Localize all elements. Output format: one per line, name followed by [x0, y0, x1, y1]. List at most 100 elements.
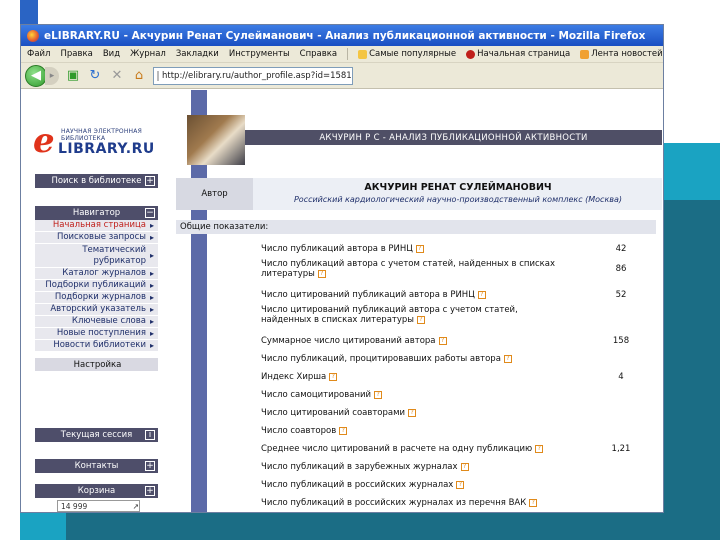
help-icon[interactable]: ?: [438, 336, 447, 345]
menu-bookmarks[interactable]: Закладки: [176, 49, 219, 59]
stat-label: Суммарное число цитирований автора?: [261, 336, 561, 346]
add-bookmark-button[interactable]: ▣: [65, 68, 81, 84]
stat-label-text: Число публикаций автора с учетом статей,…: [261, 259, 556, 279]
expand-icon: +: [145, 486, 155, 496]
nav-item-keywords[interactable]: Ключевые слова ▸: [35, 316, 158, 328]
stat-label-text: Число публикаций в российских журналах и…: [261, 498, 527, 508]
stat-value: 4: [618, 372, 624, 382]
help-icon[interactable]: ?: [477, 290, 486, 299]
nav-item-queries[interactable]: Поисковые запросы ▸: [35, 232, 158, 244]
stop-button[interactable]: ✕: [109, 68, 125, 84]
forward-button[interactable]: ▸: [45, 66, 59, 85]
search-mini-input[interactable]: 14 999 ↗: [57, 500, 140, 512]
stat-label-text: Число цитирований публикаций автора с уч…: [261, 305, 518, 325]
chevron-right-icon: ▸: [149, 305, 154, 314]
help-icon[interactable]: ?: [460, 462, 469, 471]
nav-item-author-index[interactable]: Авторский указатель ▸: [35, 304, 158, 316]
help-icon[interactable]: ?: [535, 444, 544, 453]
expand-icon: +: [145, 461, 155, 471]
stat-label-text: Среднее число цитирований в расчете на о…: [261, 444, 533, 454]
back-button[interactable]: ◀: [25, 64, 47, 87]
nav-item-home[interactable]: Начальная страница ▸: [35, 220, 158, 232]
stat-label-text: Число самоцитирований: [261, 390, 372, 400]
address-bar[interactable]: http://elibrary.ru/author_profile.asp?id…: [153, 66, 353, 85]
stat-row: Число соавторов?: [261, 422, 651, 440]
rss-icon: [580, 49, 590, 59]
firefox-icon: [27, 29, 39, 42]
menu-view[interactable]: Вид: [103, 49, 120, 59]
cart-label: Корзина: [77, 486, 116, 496]
section-title: Общие показатели:: [176, 220, 656, 234]
chevron-right-icon: ▸: [149, 329, 154, 338]
cart-header[interactable]: Корзина +: [35, 484, 158, 498]
author-organization[interactable]: Российский кардиологический научно-произ…: [254, 195, 662, 204]
help-icon[interactable]: ?: [417, 315, 425, 324]
stat-label-text: Индекс Хирша: [261, 372, 327, 382]
menu-file[interactable]: Файл: [27, 49, 50, 59]
help-icon[interactable]: ?: [317, 269, 326, 278]
session-header[interactable]: Текущая сессия i: [35, 428, 158, 442]
go-arrow-icon[interactable]: ↗: [133, 502, 139, 511]
stat-row: Число цитирований публикаций автора с уч…: [261, 304, 651, 332]
bookmark-news[interactable]: Лента новостей: [580, 49, 663, 59]
help-icon[interactable]: ?: [374, 390, 383, 399]
elibrary-logo[interactable]: e НАУЧНАЯ ЭЛЕКТРОННАЯ БИБЛИОТЕКА LIBRARY…: [33, 124, 163, 158]
firefox-bookmark-icon: [466, 49, 476, 59]
window-title: eLIBRARY.RU - Акчурин Ренат Сулейманович…: [44, 29, 646, 42]
stat-label: Число публикаций автора с учетом статей,…: [261, 259, 561, 279]
bookmark-popular[interactable]: Самые популярные: [358, 49, 456, 59]
menu-tools[interactable]: Инструменты: [229, 49, 290, 59]
bookmark-folder-icon: [358, 49, 368, 59]
author-name[interactable]: АКЧУРИН РЕНАТ СУЛЕЙМАНОВИЧ: [254, 182, 662, 193]
stat-label: Число цитирований публикаций автора с уч…: [261, 305, 561, 325]
stat-row: Число публикаций в российских журналах и…: [261, 494, 651, 512]
nav-item-journals-catalog[interactable]: Каталог журналов ▸: [35, 268, 158, 280]
nav-item-label: Авторский указатель: [50, 304, 146, 314]
bookmark-home-label: Начальная страница: [477, 49, 571, 59]
browser-window: eLIBRARY.RU - Акчурин Ренат Сулейманович…: [20, 24, 664, 513]
menu-edit[interactable]: Правка: [60, 49, 92, 59]
help-icon[interactable]: ?: [408, 408, 417, 417]
chevron-right-icon: ▸: [149, 317, 154, 326]
deco-block-right-dark: [664, 200, 720, 540]
search-library-header[interactable]: Поиск в библиотеке +: [35, 174, 158, 188]
nav-item-label: Ключевые слова: [71, 316, 146, 326]
stat-label: Число соавторов?: [261, 426, 561, 436]
stat-label: Индекс Хирша?: [261, 372, 561, 382]
stat-label: Число цитирований публикаций автора в РИ…: [261, 290, 561, 300]
navigator-header[interactable]: Навигатор −: [35, 206, 158, 220]
nav-item-label: Каталог журналов: [62, 268, 146, 278]
reload-button[interactable]: ↻: [87, 68, 103, 84]
stat-row: Суммарное число цитирований автора? 158: [261, 332, 651, 350]
reload-icon: ↻: [89, 68, 101, 83]
stat-label: Число публикаций, процитировавших работы…: [261, 354, 561, 364]
menu-history[interactable]: Журнал: [130, 49, 166, 59]
help-icon[interactable]: ?: [529, 498, 538, 507]
nav-item-settings[interactable]: Настройка: [35, 358, 158, 372]
help-icon[interactable]: ?: [339, 426, 348, 435]
contacts-label: Контакты: [74, 461, 119, 471]
stat-value: 1,21: [611, 444, 631, 454]
contacts-header[interactable]: Контакты +: [35, 459, 158, 473]
nav-item-rubricator[interactable]: Тематический рубрикатор ▸: [35, 244, 158, 268]
help-icon[interactable]: ?: [329, 372, 338, 381]
chevron-right-icon: ▸: [149, 293, 154, 302]
session-label: Текущая сессия: [60, 430, 133, 440]
favicon-icon: [157, 70, 159, 81]
stat-label-text: Число публикаций в зарубежных журналах: [261, 462, 458, 472]
bookmark-home[interactable]: Начальная страница: [466, 49, 570, 59]
help-icon[interactable]: ?: [503, 354, 512, 363]
nav-item-publication-sets[interactable]: Подборки публикаций ▸: [35, 280, 158, 292]
nav-item-library-news[interactable]: Новости библиотеки ▸: [35, 340, 158, 352]
nav-item-new-arrivals[interactable]: Новые поступления ▸: [35, 328, 158, 340]
stat-row: Индекс Хирша? 4: [261, 368, 651, 386]
help-icon[interactable]: ?: [415, 244, 424, 253]
home-button[interactable]: ⌂: [131, 68, 147, 84]
nav-item-journal-sets[interactable]: Подборки журналов ▸: [35, 292, 158, 304]
page-add-icon: ▣: [66, 68, 80, 83]
menu-help[interactable]: Справка: [300, 49, 337, 59]
help-icon[interactable]: ?: [456, 480, 465, 489]
stat-label: Число самоцитирований?: [261, 390, 561, 400]
stat-value: 158: [612, 336, 630, 346]
nav-item-label: Подборки публикаций: [45, 280, 146, 290]
